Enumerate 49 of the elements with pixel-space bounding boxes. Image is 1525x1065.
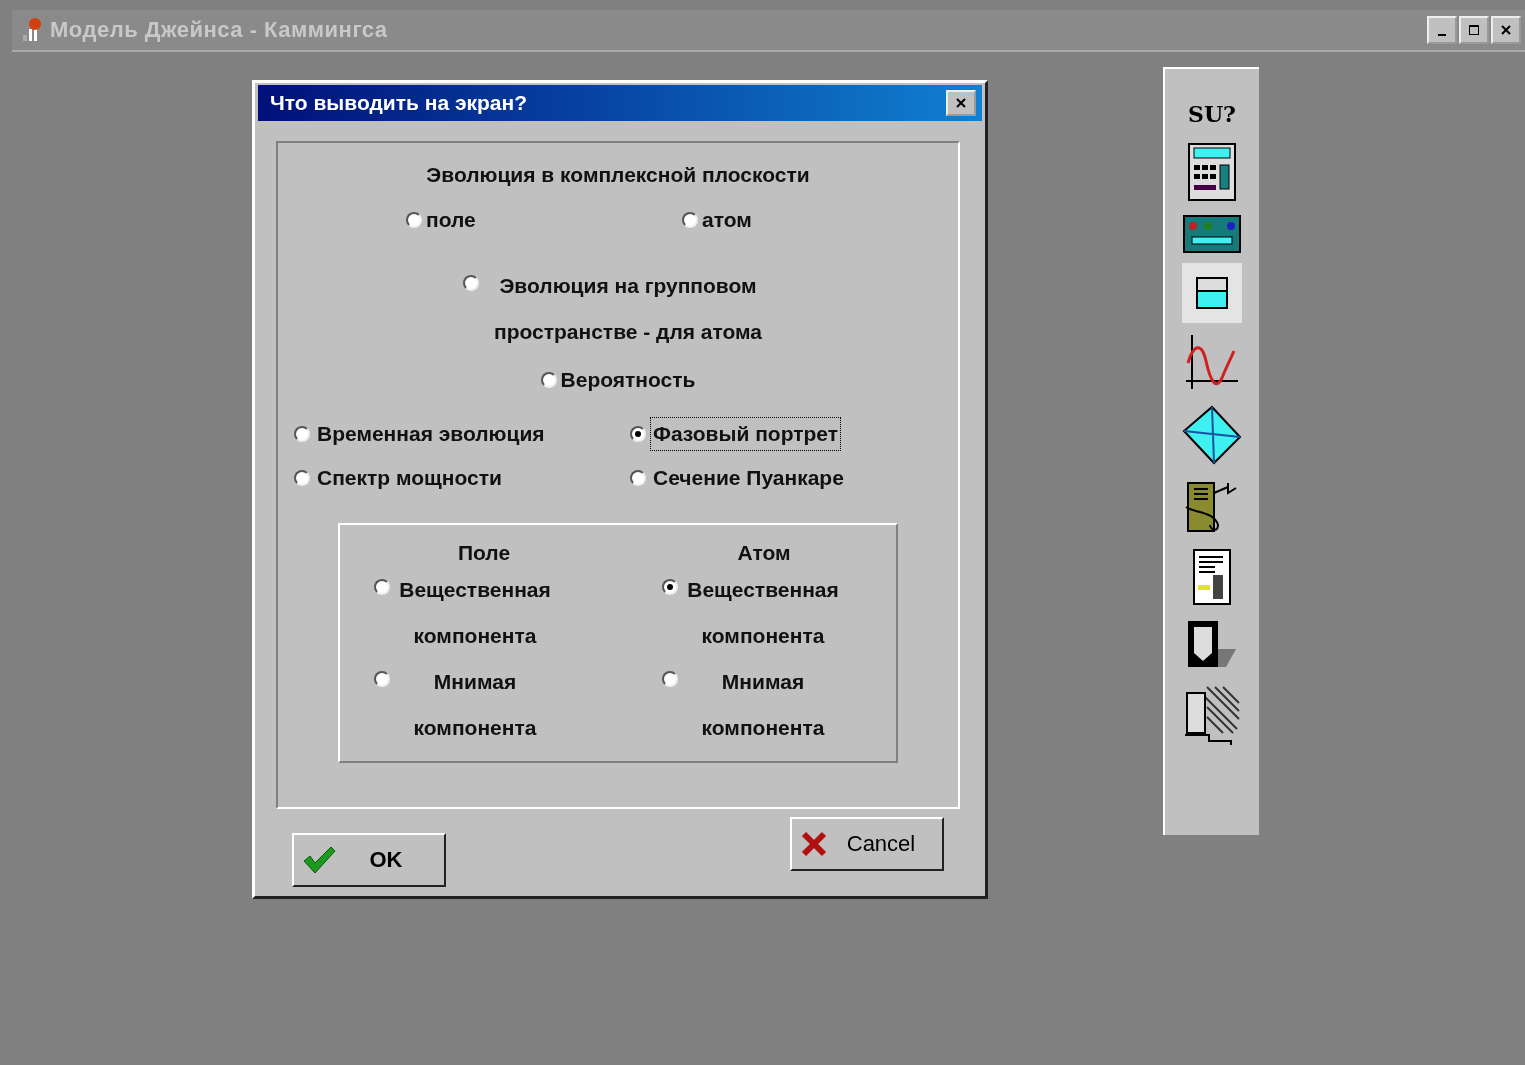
document-icon	[1193, 549, 1231, 605]
checkmark-icon	[302, 845, 336, 875]
radio-button[interactable]	[630, 426, 646, 442]
radio-button[interactable]	[662, 579, 678, 595]
ok-button[interactable]: OK	[292, 833, 446, 887]
radio-option[interactable]: Эволюция на групповом пространстве - для атома	[463, 263, 773, 355]
radio-button[interactable]	[374, 579, 390, 595]
radio-option[interactable]: Мнимая компонента	[340, 659, 628, 751]
radio-option[interactable]: атом	[682, 195, 958, 245]
graph-icon	[1184, 333, 1240, 391]
toolbar-label: SU?	[1188, 101, 1236, 127]
close-button[interactable]	[1491, 16, 1521, 44]
doorway-icon	[1186, 619, 1238, 669]
radio-option[interactable]: Сечение Пуанкаре	[630, 461, 930, 495]
radio-option[interactable]: Вещественная компонента	[628, 567, 900, 659]
radio-option[interactable]: Мнимая компонента	[628, 659, 900, 751]
cross-icon	[800, 830, 828, 858]
window-title: Модель Джейнса - Каммингса	[50, 17, 388, 43]
radio-button[interactable]	[406, 212, 422, 228]
radio-button[interactable]	[294, 470, 310, 486]
calculator-icon	[1188, 143, 1236, 201]
radio-button[interactable]	[463, 275, 479, 291]
radio-button[interactable]	[662, 671, 678, 687]
dialog-title: Что выводить на экран?	[270, 91, 528, 115]
maximize-button[interactable]	[1459, 16, 1489, 44]
cancel-button[interactable]: Cancel	[790, 817, 944, 871]
section-heading: Эволюция в комплексной плоскости	[426, 162, 810, 188]
close-button[interactable]	[946, 90, 976, 116]
tool-button[interactable]	[1182, 263, 1242, 323]
minimize-icon	[1438, 34, 1446, 36]
radio-button[interactable]	[682, 212, 698, 228]
window-icon	[1196, 277, 1228, 309]
radio-button[interactable]	[630, 470, 646, 486]
radio-option[interactable]: поле	[406, 195, 682, 245]
radio-button[interactable]	[540, 372, 557, 388]
close-icon	[954, 96, 968, 110]
door-icon	[1183, 683, 1241, 747]
radio-button[interactable]	[294, 426, 310, 442]
column-heading: Поле	[456, 540, 512, 566]
radio-button[interactable]	[374, 671, 390, 687]
radio-option[interactable]: Вещественная компонента	[340, 567, 628, 659]
column-heading: Атом	[736, 540, 792, 566]
maximize-icon	[1468, 24, 1480, 36]
diamond-icon	[1182, 405, 1242, 465]
radio-option[interactable]: Спектр мощности	[294, 461, 630, 495]
close-icon	[1500, 24, 1512, 36]
radio-option[interactable]: Вероятность	[540, 355, 696, 405]
radio-option[interactable]: Временная эволюция	[294, 417, 630, 451]
control-panel-icon	[1183, 215, 1241, 253]
